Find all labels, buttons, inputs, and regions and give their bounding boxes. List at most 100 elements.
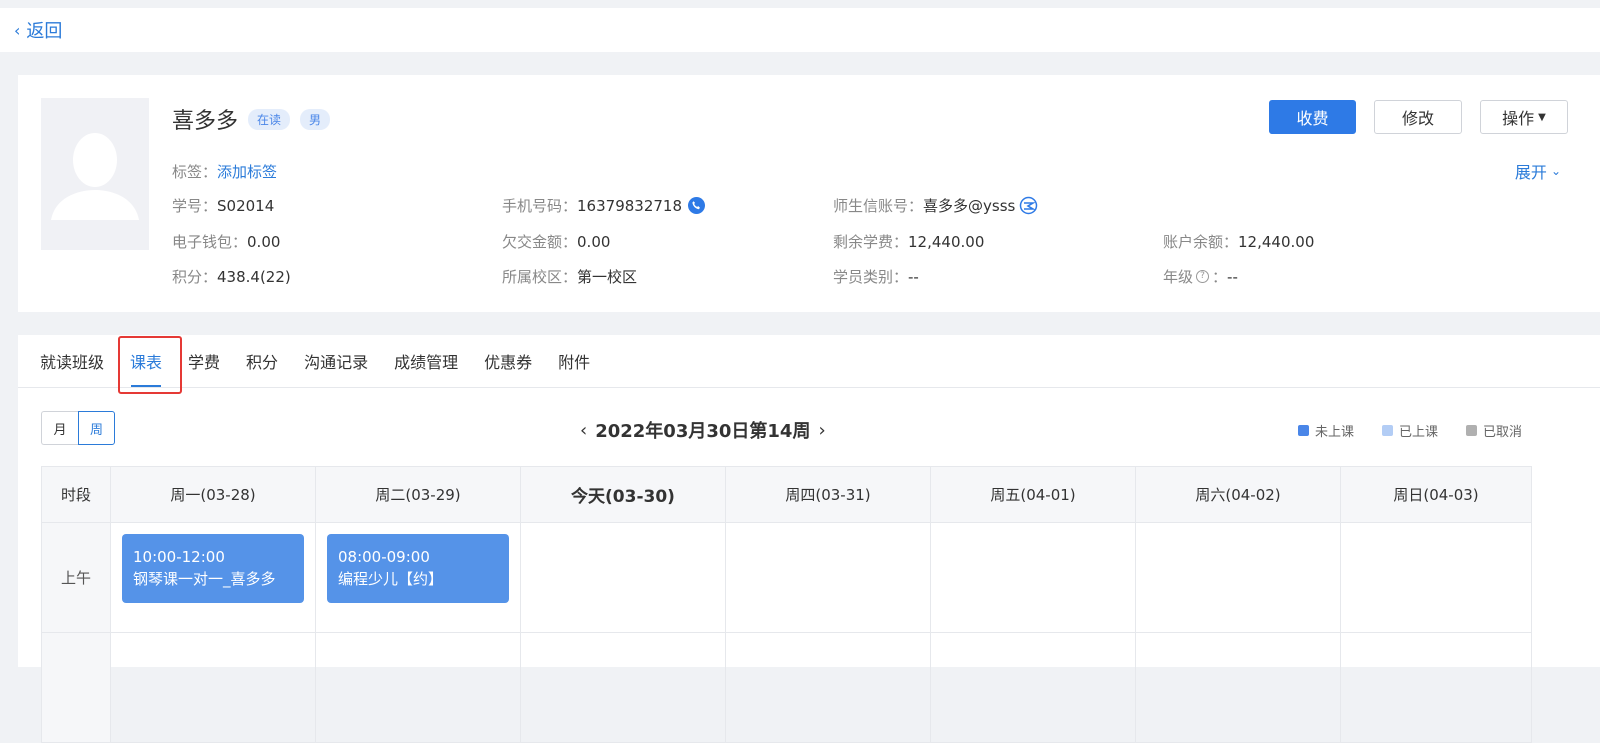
day-header: 周六(04-02): [1135, 466, 1341, 523]
day-header: 周四(03-31): [725, 466, 931, 523]
top-bar: ‹ 返回: [0, 8, 1600, 52]
field-label: 年级: [1163, 268, 1194, 286]
field-value: 喜多多@ysss: [923, 197, 1016, 215]
field-account: 师生信账号： 喜多多@ysss: [833, 195, 1038, 216]
grid-cell[interactable]: 10:00-12:00 钢琴课一对一_喜多多: [110, 522, 316, 633]
tab-points[interactable]: 积分: [233, 335, 291, 388]
back-label: 返回: [26, 21, 63, 42]
student-name: 喜多多: [172, 109, 239, 134]
tab-schedule[interactable]: 课表: [117, 335, 175, 388]
chevron-left-icon: ‹: [14, 20, 21, 40]
day-header: 周日(04-03): [1340, 466, 1532, 523]
avatar: [41, 98, 149, 250]
field-label: 电子钱包：: [172, 233, 248, 251]
field-wallet: 电子钱包： 0.00: [172, 231, 280, 252]
legend-item: 已取消: [1465, 421, 1522, 440]
tab-fees[interactable]: 学费: [175, 335, 233, 388]
day-header-today: 今天(03-30): [520, 466, 726, 523]
legend-swatch: [1465, 425, 1477, 436]
student-profile-card: 喜多多 在读 男 收费 修改 操作 ▼ 展开 ⌄ 标签：添加标签 学号： S020…: [18, 75, 1600, 312]
tab-bar: 就读班级 课表 学费 积分 沟通记录 成绩管理 优惠券 附件: [18, 335, 1600, 388]
grid-cell[interactable]: [520, 522, 726, 633]
grid-cell[interactable]: [315, 632, 521, 743]
field-value: 第一校区: [577, 268, 638, 286]
grid-cell[interactable]: [1340, 522, 1532, 633]
action-buttons: 收费 修改 操作 ▼: [1269, 100, 1568, 134]
gender-badge: 男: [300, 108, 331, 130]
operate-dropdown[interactable]: 操作 ▼: [1480, 100, 1568, 134]
field-label: 师生信账号：: [833, 197, 924, 215]
legend-label: 已上课: [1398, 425, 1438, 440]
slot-label: [41, 632, 111, 743]
field-value: 16379832718: [577, 196, 682, 215]
grid-cell[interactable]: [1340, 632, 1532, 743]
grid-cell[interactable]: [1135, 522, 1341, 633]
phone-icon[interactable]: [688, 197, 705, 214]
field-label: 学号：: [172, 197, 218, 215]
field-student-no: 学号： S02014: [172, 195, 274, 216]
prev-week-icon[interactable]: ‹: [580, 420, 587, 441]
tab-attachments[interactable]: 附件: [545, 335, 603, 388]
legend-label: 已取消: [1482, 425, 1522, 440]
back-button[interactable]: ‹ 返回: [14, 17, 62, 43]
grid-header-row: 时段 周一(03-28) 周二(03-29) 今天(03-30) 周四(03-3…: [41, 466, 1532, 523]
field-arrears: 欠交金额： 0.00: [502, 231, 610, 252]
grid-row-morning: 上午 10:00-12:00 钢琴课一对一_喜多多 08:00-09:00 编程…: [41, 522, 1532, 633]
grid-cell[interactable]: [930, 522, 1136, 633]
course-event[interactable]: 08:00-09:00 编程少儿【约】: [327, 534, 509, 603]
field-colon: ：: [1212, 268, 1228, 286]
legend-swatch: [1297, 425, 1309, 436]
field-label: 所属校区：: [502, 268, 578, 286]
grid-cell[interactable]: [1135, 632, 1341, 743]
field-category: 学员类别： --: [833, 266, 919, 287]
slot-header: 时段: [41, 466, 111, 523]
grid-cell[interactable]: [520, 632, 726, 743]
event-title: 编程少儿【约】: [338, 570, 444, 588]
legend-item: 已上课: [1381, 421, 1438, 440]
view-week-button[interactable]: 周: [78, 411, 115, 445]
field-label: 剩余学费：: [833, 233, 909, 251]
field-label: 手机号码：: [502, 197, 578, 215]
event-title: 钢琴课一对一_喜多多: [133, 570, 276, 588]
grid-cell[interactable]: [725, 522, 931, 633]
week-title: 2022年03月30日第14周: [595, 421, 811, 442]
slot-label: 上午: [41, 522, 111, 633]
expand-label: 展开: [1514, 163, 1547, 182]
legend-swatch: [1381, 425, 1393, 436]
event-time: 08:00-09:00: [338, 548, 430, 566]
messenger-icon[interactable]: [1019, 196, 1038, 215]
next-week-icon[interactable]: ›: [818, 420, 825, 441]
grid-cell[interactable]: 08:00-09:00 编程少儿【约】: [315, 522, 521, 633]
course-event[interactable]: 10:00-12:00 钢琴课一对一_喜多多: [122, 534, 304, 603]
tab-grades[interactable]: 成绩管理: [381, 335, 471, 388]
event-time: 10:00-12:00: [133, 548, 225, 566]
charge-button[interactable]: 收费: [1269, 100, 1356, 134]
tags-row: 标签：添加标签: [172, 161, 277, 182]
tab-coupons[interactable]: 优惠券: [471, 335, 545, 388]
grid-cell[interactable]: [110, 632, 316, 743]
expand-toggle[interactable]: 展开 ⌄: [1515, 159, 1561, 183]
field-label: 欠交金额：: [502, 233, 578, 251]
field-remaining-fee: 剩余学费： 12,440.00: [833, 231, 984, 252]
add-tag-link[interactable]: 添加标签: [217, 163, 277, 181]
tab-communication[interactable]: 沟通记录: [291, 335, 381, 388]
field-phone: 手机号码： 16379832718: [502, 195, 705, 216]
edit-button[interactable]: 修改: [1374, 100, 1462, 134]
field-value: S02014: [217, 196, 275, 215]
status-badge: 在读: [248, 108, 291, 130]
field-value: --: [1227, 267, 1238, 286]
field-value: 0.00: [577, 232, 611, 251]
grid-cell[interactable]: [930, 632, 1136, 743]
default-avatar-icon: [51, 133, 139, 220]
field-label: 账户余额：: [1163, 233, 1239, 251]
help-icon[interactable]: ?: [1196, 270, 1210, 283]
field-value: --: [908, 267, 919, 286]
legend-item: 未上课: [1297, 421, 1354, 440]
grid-cell[interactable]: [725, 632, 931, 743]
day-header: 周二(03-29): [315, 466, 521, 523]
legend-label: 未上课: [1314, 425, 1354, 440]
view-month-button[interactable]: 月: [41, 411, 78, 445]
tab-classes[interactable]: 就读班级: [40, 335, 117, 388]
field-label: 学员类别：: [833, 268, 909, 286]
field-value: 12,440.00: [1238, 232, 1315, 251]
